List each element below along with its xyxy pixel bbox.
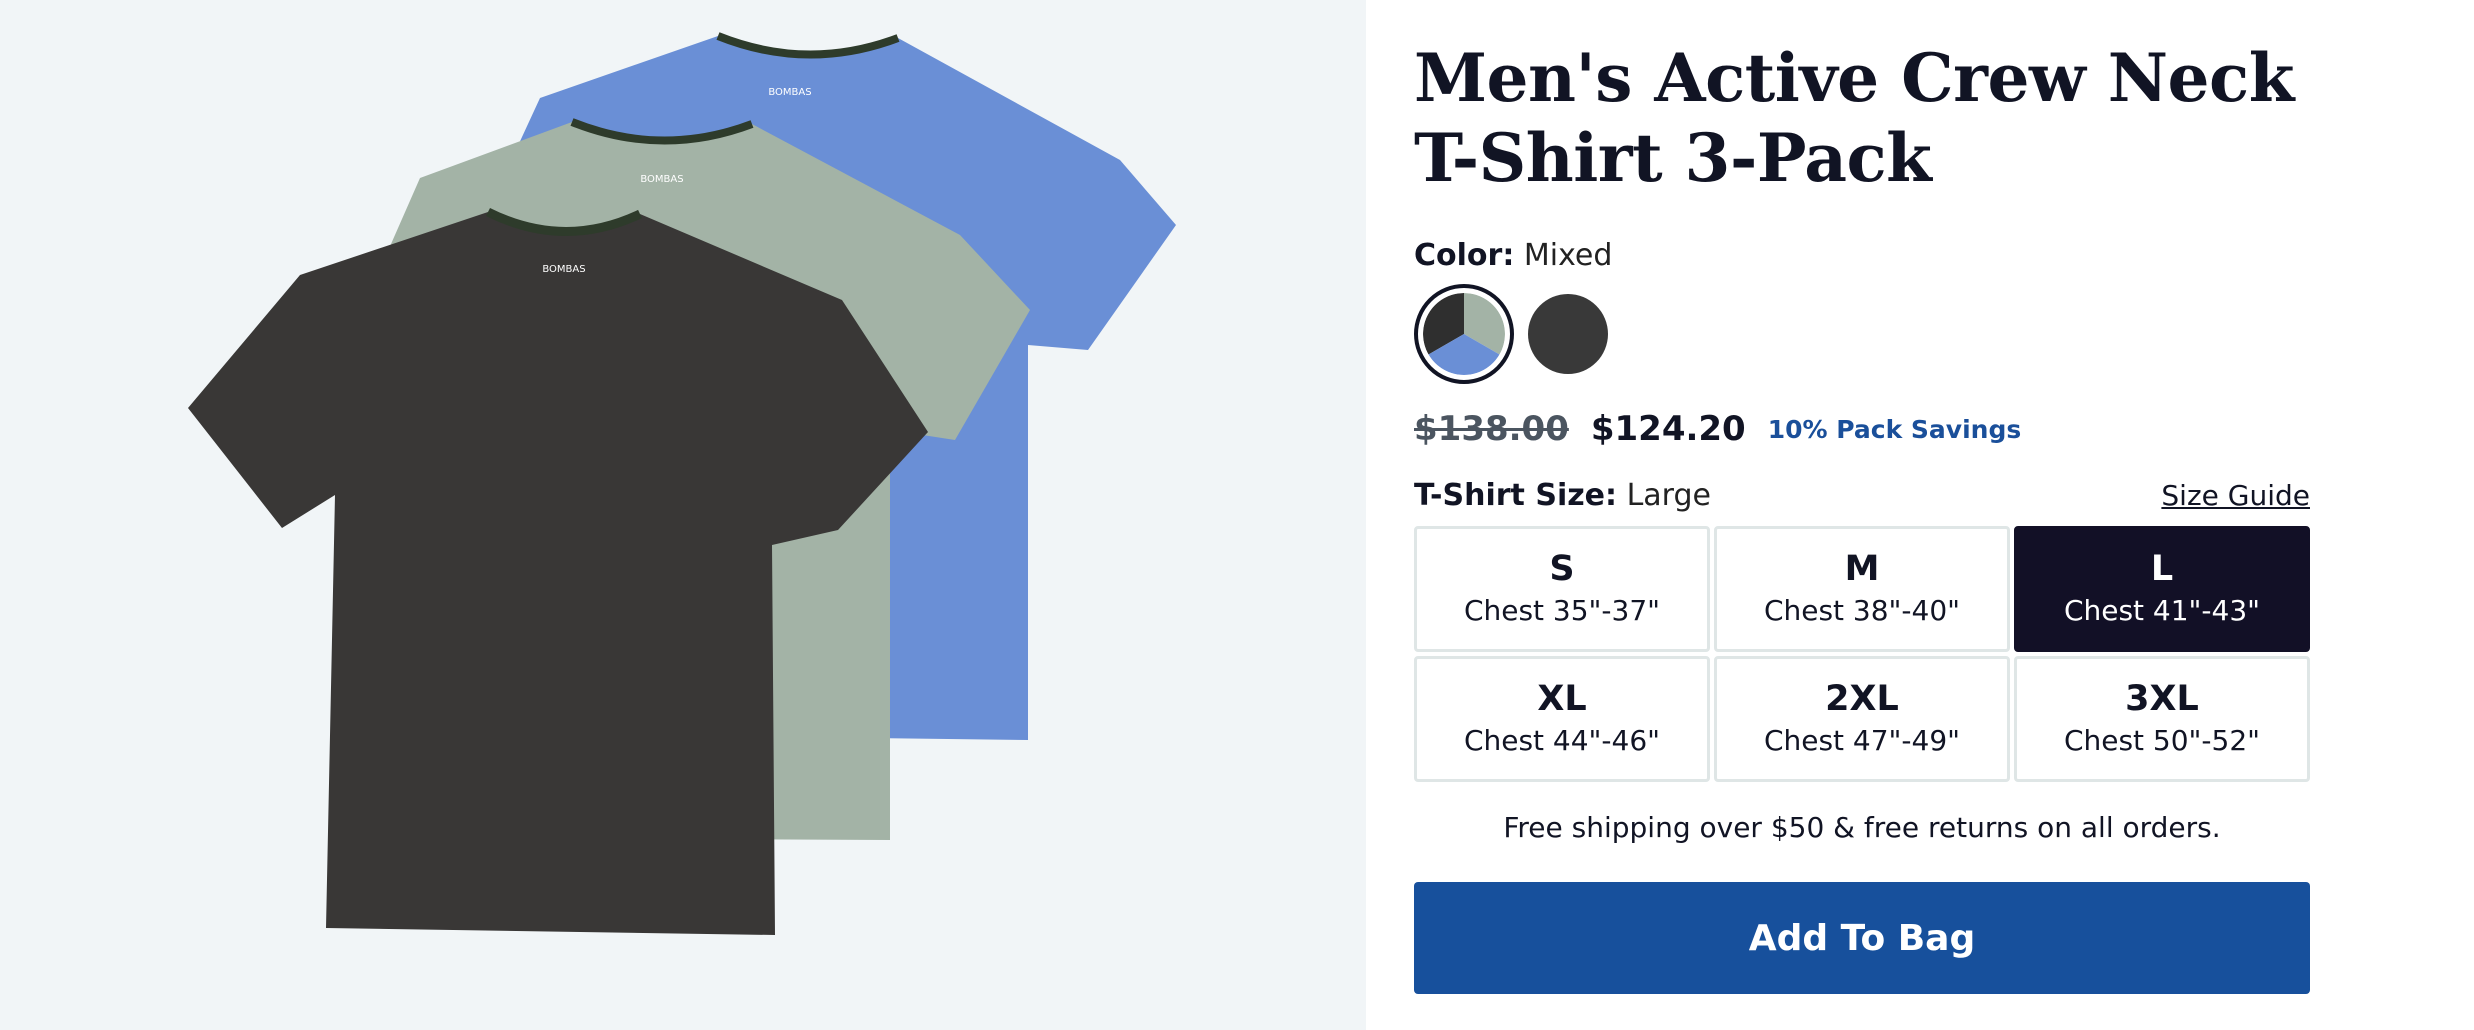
svg-text:BOMBAS: BOMBAS [768,87,811,98]
size-chest: Chest 35"-37" [1463,594,1661,627]
size-chest: Chest 38"-40" [1763,594,1961,627]
size-chest: Chest 41"-43" [2063,594,2261,627]
size-option-l[interactable]: L Chest 41"-43" [2014,526,2310,652]
size-guide-link[interactable]: Size Guide [2161,474,2310,518]
size-option-xl[interactable]: XL Chest 44"-46" [1414,656,1710,782]
svg-text:BOMBAS: BOMBAS [640,174,683,185]
savings-badge: 10% Pack Savings [1767,414,2022,444]
size-name: M [1844,549,1880,589]
size-chest: Chest 44"-46" [1463,724,1661,757]
svg-text:BOMBAS: BOMBAS [542,264,585,275]
product-title: Men's Active Crew Neck T-Shirt 3-Pack [1414,39,2294,197]
size-option-3xl[interactable]: 3XL Chest 50"-52" [2014,656,2310,782]
color-selector-label: Color: Mixed [1414,236,1612,276]
size-value: Large [1626,478,1711,513]
mixed-swatch-graphic [1423,293,1505,375]
product-image: BOMBAS BOMBAS BOMBAS [188,32,1176,935]
shipping-note: Free shipping over $50 & free returns on… [1503,811,2221,844]
size-option-m[interactable]: M Chest 38"-40" [1714,526,2010,652]
add-to-bag-button[interactable]: Add To Bag [1414,882,2310,994]
size-name: 3XL [2125,679,2199,719]
size-option-2xl[interactable]: 2XL Chest 47"-49" [1714,656,2010,782]
product-image-gallery[interactable]: BOMBAS BOMBAS BOMBAS [0,0,1366,1030]
color-swatch-charcoal[interactable] [1528,294,1608,374]
product-info-panel: Men's Active Crew Neck T-Shirt 3-Pack Co… [1366,0,2474,1030]
size-option-s[interactable]: S Chest 35"-37" [1414,526,1710,652]
price-row: $138.00 $124.20 10% Pack Savings [1414,404,2021,454]
sale-price: $124.20 [1590,409,1746,449]
color-label: Color: [1414,238,1515,273]
color-value: Mixed [1523,238,1613,273]
original-price: $138.00 [1414,409,1569,449]
size-selector-label: T-Shirt Size: Large Size Guide [1414,474,2310,518]
size-options-grid: S Chest 35"-37" M Chest 38"-40" L Chest … [1414,526,2310,782]
size-chest: Chest 50"-52" [2063,724,2261,757]
size-name: 2XL [1825,679,1899,719]
size-label: T-Shirt Size: [1414,478,1618,513]
color-swatch-mixed[interactable] [1414,284,1514,384]
size-name: XL [1537,679,1587,719]
size-chest: Chest 47"-49" [1763,724,1961,757]
size-name: L [2150,549,2174,589]
size-name: S [1549,549,1575,589]
